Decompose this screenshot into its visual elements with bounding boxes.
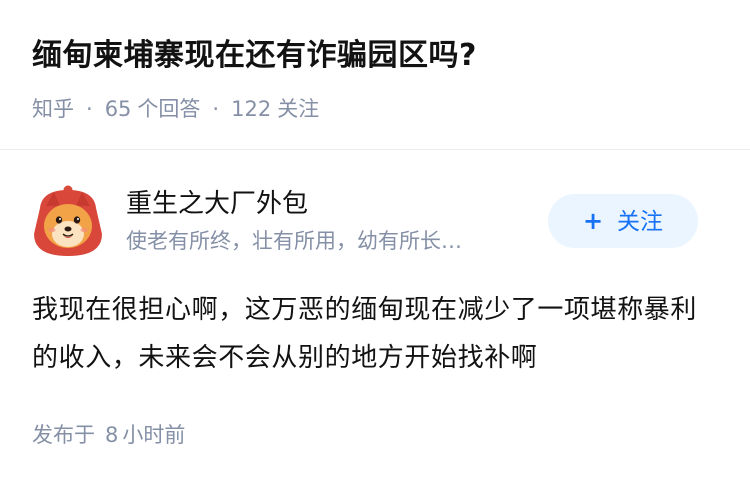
publish-num: 8 (105, 423, 119, 447)
answer-content[interactable]: 我现在很担心啊，这万恶的缅甸现在减少了一项堪称暴利的收入，未来会不会从别的地方开… (32, 286, 722, 382)
meta-separator: · (86, 97, 93, 121)
follow-button[interactable]: + 关注 (548, 194, 698, 248)
author-name[interactable]: 重生之大厂外包 (126, 186, 308, 222)
publish-prefix: 发布于 (32, 423, 95, 447)
answer-count-label: 个回答 (137, 97, 201, 121)
follower-count: 122 (231, 97, 272, 121)
question-meta: 知乎 · 65 个回答 · 122 关注 (32, 94, 319, 124)
question-title[interactable]: 缅甸柬埔寨现在还有诈骗园区吗? (32, 34, 477, 78)
answer-count: 65 (104, 97, 132, 121)
follower-count-label: 关注 (277, 97, 320, 121)
follow-button-label: 关注 (617, 209, 664, 235)
meta-separator: · (212, 97, 220, 121)
cartoon-dog-avatar-icon[interactable] (32, 182, 104, 258)
publish-time: 发布于 8 小时前 (32, 420, 185, 450)
author-bio: 使老有所终，壮有所用，幼有所长… (126, 229, 462, 253)
source-label[interactable]: 知乎 (32, 97, 74, 121)
answer-author: 重生之大厂外包 使老有所终，壮有所用，幼有所长… + 关注 (32, 182, 722, 266)
publish-suffix: 小时前 (122, 423, 186, 447)
question-header: 缅甸柬埔寨现在还有诈骗园区吗? 知乎 · 65 个回答 · 122 关注 (0, 0, 750, 150)
plus-icon: + (582, 207, 604, 235)
